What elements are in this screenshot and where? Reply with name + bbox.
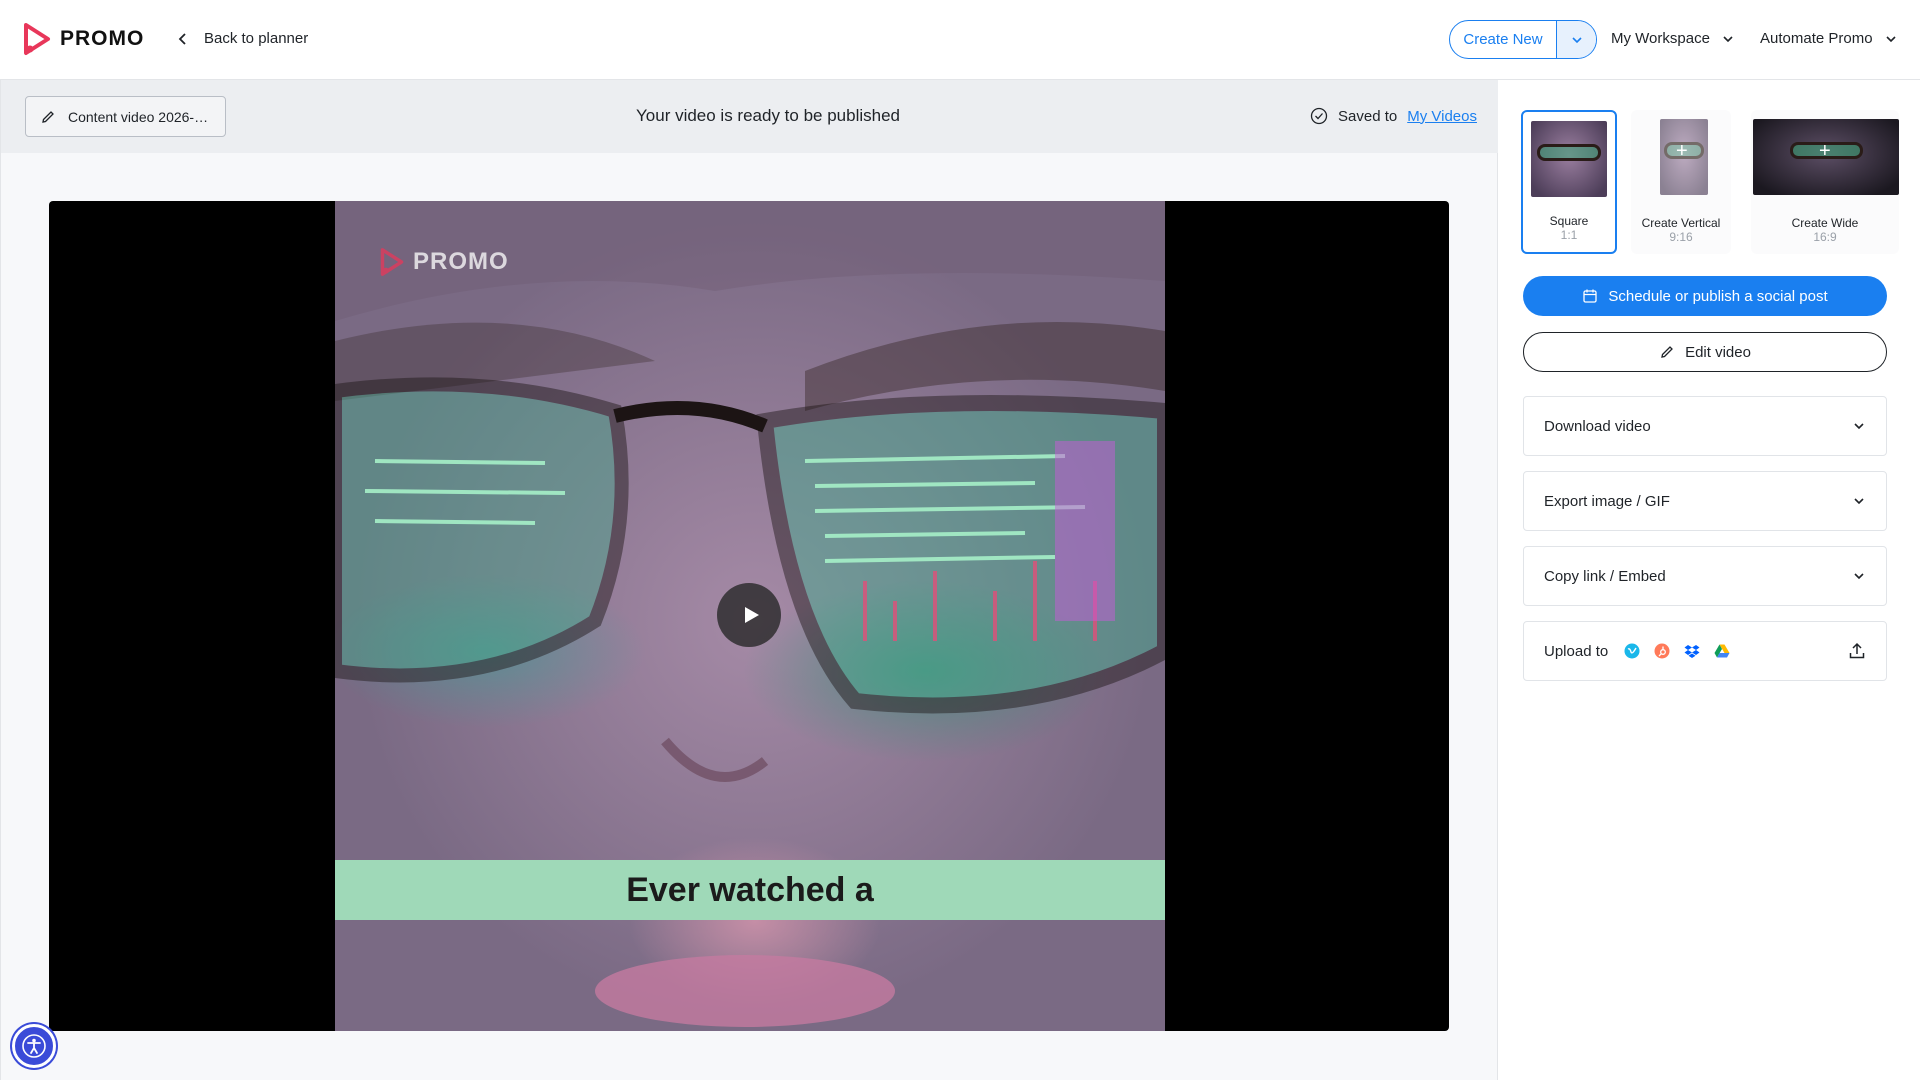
- video-title: Content video 2026-…: [68, 108, 209, 125]
- calendar-icon: [1583, 289, 1597, 303]
- create-new-split-button: Create New: [1449, 20, 1597, 59]
- schedule-publish-button[interactable]: Schedule or publish a social post: [1523, 276, 1887, 316]
- google-drive-icon[interactable]: [1714, 643, 1730, 659]
- format-ratio: 9:16: [1669, 230, 1693, 244]
- hubspot-icon[interactable]: [1654, 643, 1670, 659]
- top-nav: PROMO Back to planner Create New My Work…: [0, 0, 1920, 80]
- vimeo-icon[interactable]: [1624, 643, 1640, 659]
- play-button[interactable]: [717, 583, 781, 647]
- upload-label: Upload to: [1544, 642, 1609, 660]
- format-name: Square: [1549, 214, 1589, 228]
- format-ratio: 16:9: [1813, 230, 1837, 244]
- automate-label: Automate Promo: [1760, 30, 1873, 47]
- pencil-icon: [42, 110, 54, 123]
- video-player[interactable]: PROMO Ever watched a: [49, 201, 1449, 1031]
- automate-promo-dropdown[interactable]: Automate Promo: [1760, 30, 1897, 47]
- format-option-vertical[interactable]: + Create Vertical 9:16: [1631, 110, 1731, 254]
- publish-side-panel: Square 1:1 + Create Vertical 9:16 + Crea…: [1499, 80, 1920, 1080]
- my-videos-link[interactable]: My Videos: [1407, 108, 1477, 125]
- ready-status-text: Your video is ready to be published: [636, 106, 900, 125]
- chevron-down-icon: [1854, 498, 1864, 505]
- upload-icon: [1849, 642, 1865, 659]
- chevron-down-icon: [1571, 36, 1582, 43]
- copy-label: Copy link / Embed: [1544, 567, 1666, 585]
- upload-to-accordion[interactable]: Upload to: [1523, 621, 1887, 681]
- chevron-down-icon: [1854, 423, 1864, 430]
- chevron-down-icon: [1723, 35, 1733, 42]
- format-ratio: 1:1: [1560, 228, 1578, 242]
- play-icon: [745, 607, 759, 623]
- main-content: Content video 2026-… Your video is ready…: [0, 80, 1498, 1080]
- export-image-gif-accordion[interactable]: Export image / GIF: [1523, 471, 1887, 531]
- publish-info-bar: Content video 2026-… Your video is ready…: [1, 80, 1498, 153]
- my-workspace-dropdown[interactable]: My Workspace: [1611, 30, 1734, 47]
- accessibility-button[interactable]: [12, 1024, 56, 1068]
- back-to-planner-link[interactable]: Back to planner: [176, 30, 308, 47]
- create-new-button[interactable]: Create New: [1450, 21, 1556, 58]
- saved-status: Saved to My Videos: [1310, 107, 1477, 125]
- format-option-square[interactable]: Square 1:1: [1521, 110, 1617, 254]
- logo-text: PROMO: [60, 27, 145, 50]
- plus-icon: +: [1676, 140, 1688, 162]
- video-watermark: PROMO: [379, 247, 509, 277]
- format-thumbnail-square: [1531, 121, 1607, 197]
- format-option-wide[interactable]: + Create Wide 16:9: [1751, 110, 1899, 254]
- accessibility-icon: [22, 1034, 46, 1058]
- workspace-label: My Workspace: [1611, 30, 1710, 47]
- saved-prefix: Saved to: [1338, 107, 1398, 125]
- chevron-down-icon: [1885, 35, 1896, 42]
- chevron-left-icon: [178, 32, 186, 45]
- format-name: Create Wide: [1791, 216, 1859, 230]
- create-new-dropdown-toggle[interactable]: [1556, 21, 1596, 58]
- promo-logo-icon: [24, 23, 50, 55]
- dropbox-icon[interactable]: [1684, 643, 1700, 659]
- video-caption: Ever watched a: [626, 870, 874, 909]
- edit-label: Edit video: [1685, 343, 1751, 361]
- schedule-label: Schedule or publish a social post: [1608, 287, 1828, 305]
- back-label: Back to planner: [204, 30, 309, 47]
- pencil-icon: [1661, 346, 1673, 358]
- export-label: Export image / GIF: [1544, 492, 1670, 510]
- format-name: Create Vertical: [1641, 216, 1721, 230]
- copy-link-embed-accordion[interactable]: Copy link / Embed: [1523, 546, 1887, 606]
- plus-icon: +: [1819, 140, 1831, 162]
- download-video-accordion[interactable]: Download video: [1523, 396, 1887, 456]
- promo-logo-icon: [380, 248, 404, 276]
- video-caption-band: Ever watched a: [335, 860, 1165, 920]
- chevron-down-icon: [1854, 573, 1864, 580]
- download-label: Download video: [1544, 417, 1651, 435]
- check-circle-icon: [1310, 107, 1328, 125]
- watermark-text: PROMO: [413, 248, 509, 275]
- video-frame: PROMO Ever watched a: [335, 201, 1165, 1031]
- edit-video-button[interactable]: Edit video: [1523, 332, 1887, 372]
- promo-logo[interactable]: PROMO: [22, 22, 144, 56]
- upload-services: [1624, 643, 1730, 659]
- rename-video-button[interactable]: Content video 2026-…: [25, 96, 226, 137]
